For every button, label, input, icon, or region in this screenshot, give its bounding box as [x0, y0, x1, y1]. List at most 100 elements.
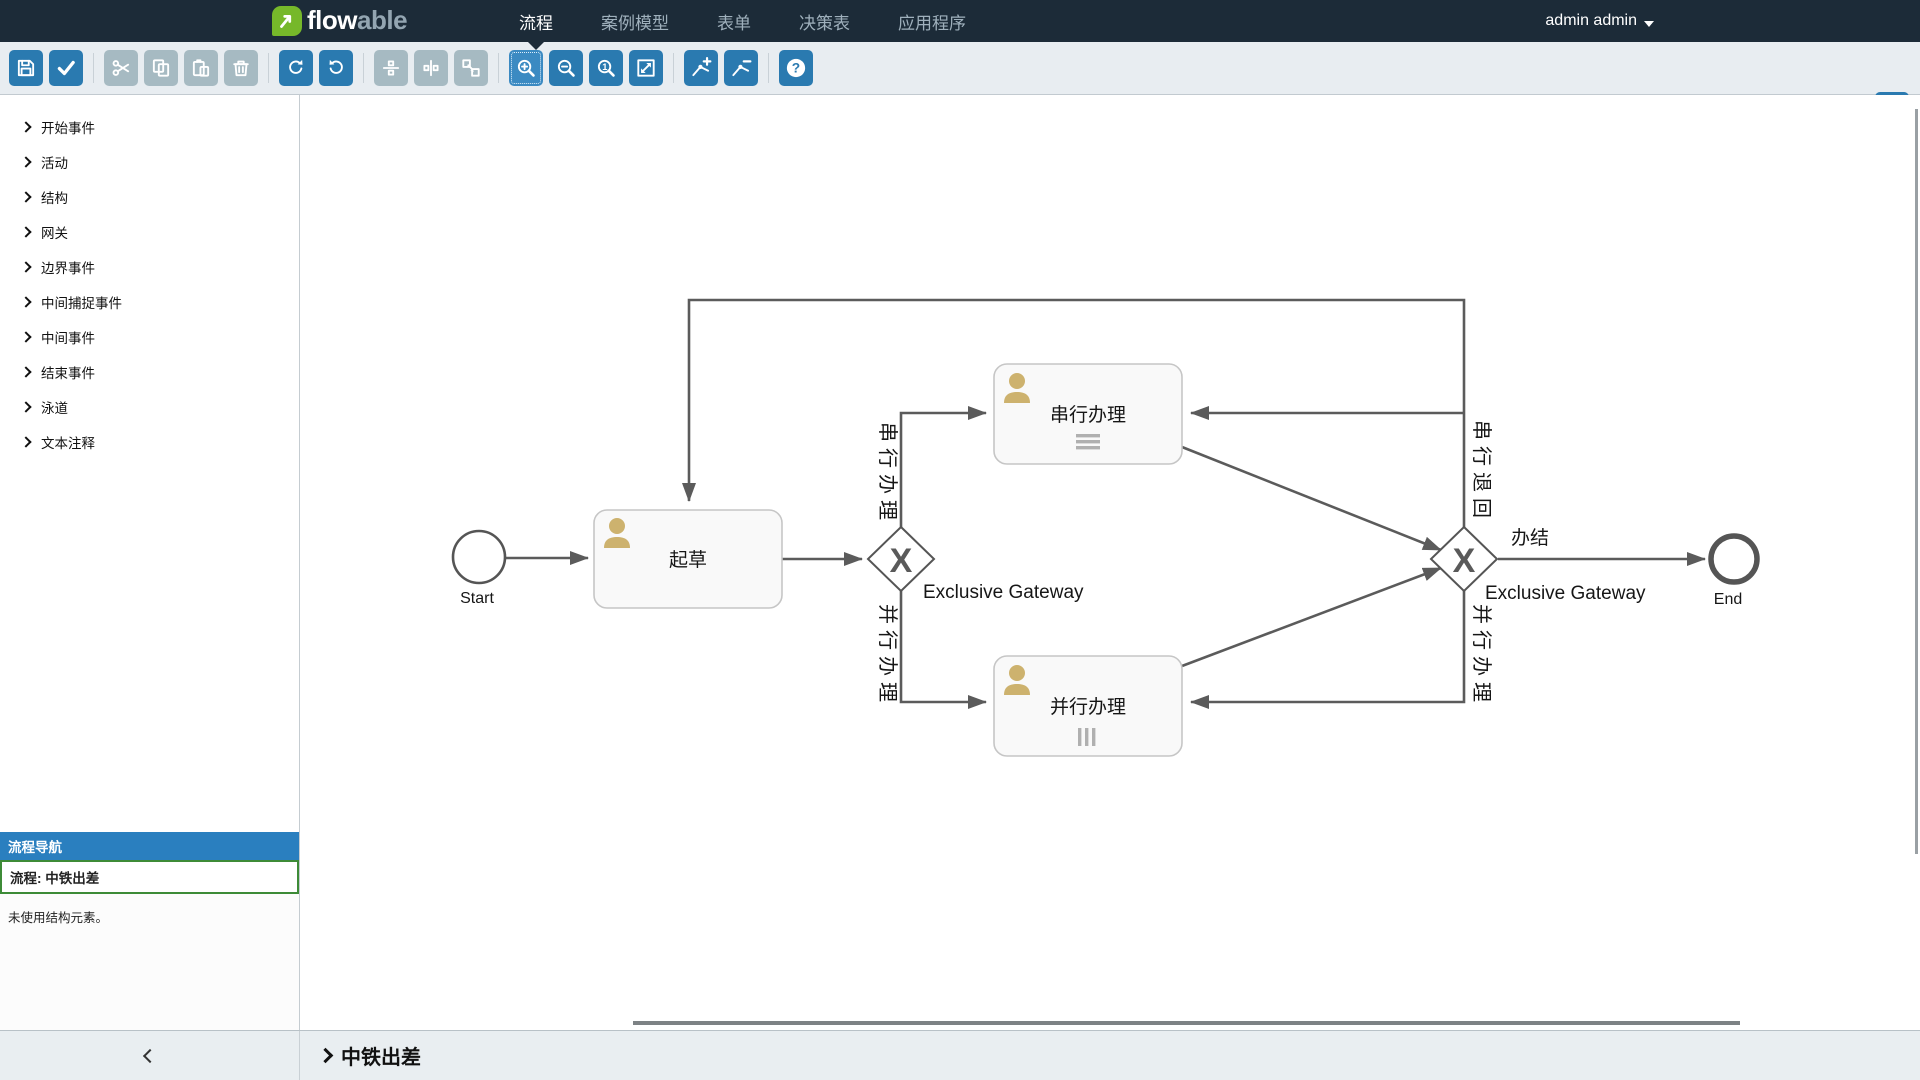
flow-fork-to-parallel[interactable]: [901, 591, 986, 702]
flow-label-serial-branch: 串行办理: [876, 422, 899, 526]
toolbar-separator: [363, 53, 364, 83]
navigator-header: 流程导航: [0, 832, 299, 860]
palette-list: 开始事件活动结构网关边界事件中间捕捉事件中间事件结束事件泳道文本注释: [0, 95, 299, 459]
collapse-sidebar-button[interactable]: [0, 1031, 300, 1080]
flow-serial-to-join[interactable]: [1182, 447, 1441, 550]
chevron-right-icon: [20, 156, 31, 167]
toolbar-separator: [768, 53, 769, 83]
help-button[interactable]: ?: [779, 50, 813, 86]
end-event[interactable]: [1711, 536, 1757, 582]
top-navbar: flowable 流程案例模型表单决策表应用程序 admin admin: [0, 0, 1920, 42]
gateway-join-marker: X: [1453, 542, 1476, 580]
validate-button[interactable]: [49, 50, 83, 86]
end-event-label: End: [1714, 591, 1742, 608]
navigator-process-item[interactable]: 流程: 中铁出差: [0, 860, 299, 894]
palette-item-start-events[interactable]: 开始事件: [0, 109, 299, 144]
flow-label-complete: 办结: [1511, 527, 1549, 549]
undo-icon: [325, 57, 347, 79]
align-center-icon: [420, 57, 442, 79]
redo-icon: [285, 57, 307, 79]
nav-item-apps[interactable]: 应用程序: [874, 0, 990, 42]
palette-item-structural[interactable]: 结构: [0, 179, 299, 214]
flow-fork-to-serial[interactable]: [901, 413, 986, 527]
palette-item-boundary-events[interactable]: 边界事件: [0, 249, 299, 284]
paste-button[interactable]: [184, 50, 218, 86]
zoom-actual-button[interactable]: 1: [589, 50, 623, 86]
palette-item-text-annotations[interactable]: 文本注释: [0, 424, 299, 459]
palette-item-label: 网关: [41, 222, 68, 242]
task-serial-label: 串行办理: [1050, 404, 1126, 426]
palette-item-label: 边界事件: [41, 257, 95, 277]
zoom-fit-button[interactable]: [629, 50, 663, 86]
bend-add-icon: [690, 57, 712, 79]
zoom-out-icon: [555, 57, 577, 79]
user-menu[interactable]: admin admin: [1545, 0, 1654, 42]
process-breadcrumb[interactable]: 中铁出差: [300, 1031, 421, 1080]
active-tab-caret: [528, 42, 544, 50]
palette-item-end-events[interactable]: 结束事件: [0, 354, 299, 389]
svg-text:1: 1: [602, 62, 607, 72]
flow-label-parallel-return: 并行办理: [1470, 604, 1493, 708]
start-event-label: Start: [460, 590, 494, 607]
palette-item-intermediate-events[interactable]: 中间事件: [0, 319, 299, 354]
bottom-bar: 中铁出差: [0, 1030, 1920, 1080]
canvas-h-scrollbar[interactable]: [633, 1021, 1740, 1025]
toolbar-groups: 1?: [6, 50, 816, 86]
task-parallel[interactable]: 并行办理: [994, 656, 1182, 756]
save-button[interactable]: [9, 50, 43, 86]
gateway-join-label: Exclusive Gateway: [1485, 583, 1646, 604]
cut-button[interactable]: [104, 50, 138, 86]
align-middle-button[interactable]: [374, 50, 408, 86]
nav-item-processes[interactable]: 流程: [495, 0, 577, 42]
bend-remove-icon: [730, 57, 752, 79]
diagram-canvas[interactable]: Start 起草 X Exclusive Gateway: [301, 95, 1920, 1030]
task-draft[interactable]: 起草: [594, 510, 782, 608]
canvas-v-scrollbar[interactable]: [1915, 109, 1918, 854]
chevron-right-icon: [20, 366, 31, 377]
palette-item-activities[interactable]: 活动: [0, 144, 299, 179]
undo-button[interactable]: [319, 50, 353, 86]
bendpoint-add-button[interactable]: [684, 50, 718, 86]
palette-item-label: 中间事件: [41, 327, 95, 347]
delete-button[interactable]: [224, 50, 258, 86]
bendpoint-remove-button[interactable]: [724, 50, 758, 86]
flow-label-serial-return: 串行退回: [1470, 420, 1493, 524]
chevron-right-icon: [20, 331, 31, 342]
gateway-join[interactable]: X: [1431, 527, 1497, 591]
palette-sidebar: 开始事件活动结构网关边界事件中间捕捉事件中间事件结束事件泳道文本注释 流程导航 …: [0, 95, 300, 1030]
flow-label-parallel-branch: 并行办理: [876, 604, 899, 708]
flow-parallel-to-join[interactable]: [1182, 568, 1441, 666]
task-serial[interactable]: 串行办理: [994, 364, 1182, 464]
align-center-button[interactable]: [414, 50, 448, 86]
redo-button[interactable]: [279, 50, 313, 86]
editor-content: 开始事件活动结构网关边界事件中间捕捉事件中间事件结束事件泳道文本注释 流程导航 …: [0, 95, 1920, 1030]
copy-button[interactable]: [144, 50, 178, 86]
cut-icon: [110, 57, 132, 79]
gateway-fork-marker: X: [890, 542, 913, 580]
nav-item-forms[interactable]: 表单: [693, 0, 775, 42]
nav-item-case-models[interactable]: 案例模型: [577, 0, 693, 42]
process-title: 中铁出差: [341, 1041, 421, 1070]
palette-item-label: 文本注释: [41, 432, 95, 452]
palette-item-intermediate-catching-events[interactable]: 中间捕捉事件: [0, 284, 299, 319]
bpmn-diagram: Start 起草 X Exclusive Gateway: [301, 95, 1920, 1030]
paste-icon: [190, 57, 212, 79]
palette-item-label: 中间捕捉事件: [41, 292, 122, 312]
palette-item-gateways[interactable]: 网关: [0, 214, 299, 249]
parallel-mi-icon: [1078, 728, 1095, 746]
task-parallel-label: 并行办理: [1050, 696, 1126, 718]
zoom-actual-icon: 1: [595, 57, 617, 79]
zoom-in-button[interactable]: [509, 50, 543, 86]
zoom-in-icon: [515, 57, 537, 79]
chevron-right-icon: [20, 261, 31, 272]
palette-item-swimlanes[interactable]: 泳道: [0, 389, 299, 424]
toolbar-separator: [268, 53, 269, 83]
trash-icon: [230, 57, 252, 79]
start-event[interactable]: [453, 531, 505, 583]
align-middle-icon: [380, 57, 402, 79]
chevron-right-icon: [20, 401, 31, 412]
nav-item-decision-tables[interactable]: 决策表: [775, 0, 874, 42]
sequential-mi-icon: [1076, 434, 1100, 449]
zoom-out-button[interactable]: [549, 50, 583, 86]
same-size-button[interactable]: [454, 50, 488, 86]
